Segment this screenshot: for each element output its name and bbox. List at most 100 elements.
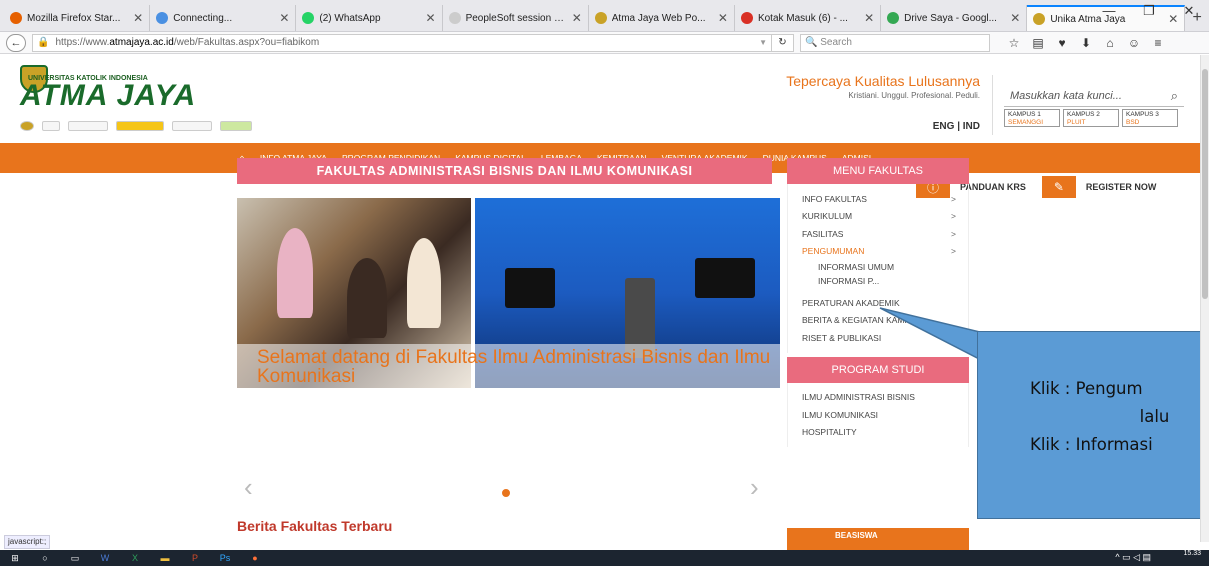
tab-label: Connecting... bbox=[173, 12, 233, 24]
campus-name: KAMPUS 3 bbox=[1126, 111, 1159, 118]
program-link[interactable]: HOSPITALITY bbox=[802, 424, 968, 442]
page-scrollbar[interactable] bbox=[1200, 55, 1209, 542]
url-dropdown-icon[interactable]: ▼ bbox=[759, 38, 767, 47]
url-bar[interactable]: 🔒 https://www. atmajaya.ac.id/web/Fakulta… bbox=[32, 33, 772, 52]
word-icon[interactable]: W bbox=[90, 550, 120, 566]
download-icon[interactable]: ⬇ bbox=[1074, 36, 1098, 50]
tagline-values: Kristiani. Unggul. Profesional. Peduli. bbox=[848, 91, 980, 100]
slider-prev-icon[interactable]: ‹ bbox=[244, 472, 253, 503]
badge-icon bbox=[20, 121, 34, 131]
url-path: /web/Fakultas.aspx?ou=fiabikom bbox=[173, 37, 320, 48]
search-input[interactable]: 🔍 Search bbox=[800, 33, 990, 52]
reader-icon[interactable]: ▤ bbox=[1026, 36, 1050, 50]
campus-link[interactable]: KAMPUS 2 PLUIT bbox=[1063, 109, 1119, 127]
campus-location: PLUIT bbox=[1067, 119, 1086, 126]
sidebar-item-label: FASILITAS bbox=[802, 228, 844, 239]
file-explorer-icon[interactable]: ▬ bbox=[150, 550, 180, 566]
hero-slider[interactable]: Selamat datang di Fakultas Ilmu Administ… bbox=[237, 198, 780, 456]
chevron-right-icon: > bbox=[951, 228, 956, 239]
menu-fakultas-heading: MENU FAKULTAS bbox=[787, 158, 969, 184]
tab-close-icon[interactable]: ✕ bbox=[279, 11, 289, 25]
language-switch[interactable]: ENG | IND bbox=[900, 121, 980, 132]
tab-favicon-icon bbox=[448, 12, 461, 24]
pocket-icon[interactable]: ♥ bbox=[1050, 36, 1074, 50]
sidebar-item[interactable]: INFO FAKULTAS > bbox=[802, 190, 968, 208]
tab-close-icon[interactable]: ✕ bbox=[1010, 11, 1020, 25]
site-search-placeholder: Masukkan kata kunci... bbox=[1010, 89, 1122, 102]
tab-close-icon[interactable]: ✕ bbox=[864, 11, 874, 25]
tab-close-icon[interactable]: ✕ bbox=[572, 11, 582, 25]
site-search-input[interactable]: Masukkan kata kunci... ⌕ bbox=[1004, 85, 1184, 107]
tab-label: Mozilla Firefox Star... bbox=[27, 12, 121, 24]
campus-name: KAMPUS 2 bbox=[1067, 111, 1100, 118]
maximize-icon[interactable]: ❐ bbox=[1129, 0, 1169, 24]
header-divider bbox=[992, 75, 993, 135]
world-ranking-icon bbox=[116, 121, 164, 131]
register-icon[interactable]: ✎ bbox=[1041, 176, 1076, 198]
qs-stars-icon bbox=[172, 121, 212, 131]
sidebar-subitem[interactable]: INFORMASI UMUM bbox=[802, 260, 968, 274]
bookmark-star-icon[interactable]: ☆ bbox=[1002, 36, 1026, 50]
chevron-right-icon: > bbox=[951, 246, 956, 257]
campus-link[interactable]: KAMPUS 3 BSD bbox=[1122, 109, 1178, 127]
window-controls: — ❐ ✕ bbox=[1089, 0, 1209, 24]
tab-close-icon[interactable]: ✕ bbox=[718, 11, 728, 25]
tab-close-icon[interactable]: ✕ bbox=[133, 11, 143, 25]
tab-favicon-icon bbox=[156, 12, 169, 24]
hamburger-menu-icon[interactable]: ≡ bbox=[1146, 36, 1170, 50]
sidebar-item[interactable]: FASILITAS > bbox=[802, 225, 968, 243]
powerpoint-icon[interactable]: P bbox=[180, 550, 210, 566]
campus-name: KAMPUS 1 bbox=[1008, 111, 1041, 118]
tagline: Tepercaya Kualitas Lulusannya Kristiani.… bbox=[760, 73, 980, 100]
sidebar-subitem[interactable]: INFORMASI P... bbox=[802, 274, 968, 288]
slider-dot[interactable] bbox=[502, 489, 510, 497]
beasiswa-banner[interactable]: BEASISWA bbox=[787, 528, 969, 552]
close-window-icon[interactable]: ✕ bbox=[1169, 0, 1209, 24]
lock-icon: 🔒 bbox=[37, 37, 50, 48]
slider-next-icon[interactable]: › bbox=[750, 472, 759, 503]
reload-button[interactable]: ↻ bbox=[772, 33, 794, 52]
minimize-icon[interactable]: — bbox=[1089, 0, 1129, 24]
search-icon[interactable]: ○ bbox=[30, 550, 60, 566]
browser-tab[interactable]: (2) WhatsApp ✕ bbox=[296, 5, 443, 31]
search-icon[interactable]: ⌕ bbox=[1171, 88, 1178, 104]
register-now-link[interactable]: REGISTER NOW bbox=[1076, 182, 1173, 192]
sidebar-item-label: PENGUMUMAN bbox=[802, 246, 865, 257]
sidebar-item[interactable]: KURIKULUM > bbox=[802, 208, 968, 226]
photoshop-icon[interactable]: Ps bbox=[210, 550, 240, 566]
sidebar-item[interactable]: PENGUMUMAN > bbox=[802, 243, 968, 261]
tagline-title: Tepercaya Kualitas Lulusannya bbox=[786, 73, 980, 89]
browser-tab[interactable]: Mozilla Firefox Star... ✕ bbox=[4, 5, 151, 31]
tab-close-icon[interactable]: ✕ bbox=[426, 11, 436, 25]
extension-icon[interactable]: ☺ bbox=[1122, 36, 1146, 50]
excel-icon[interactable]: X bbox=[120, 550, 150, 566]
campus-award-icon bbox=[220, 121, 252, 131]
navigation-bar: ← 🔒 https://www. atmajaya.ac.id/web/Fakul… bbox=[0, 32, 1209, 54]
campus-link[interactable]: KAMPUS 1 SEMANGGI bbox=[1004, 109, 1060, 127]
clock[interactable]: 15.33 bbox=[1183, 550, 1201, 558]
hero-caption: Selamat datang di Fakultas Ilmu Administ… bbox=[257, 347, 771, 387]
tab-favicon-icon bbox=[302, 12, 315, 24]
back-button[interactable]: ← bbox=[6, 33, 26, 52]
tab-favicon-icon bbox=[887, 12, 900, 24]
scrollbar-thumb[interactable] bbox=[1202, 69, 1208, 299]
sidebar-item-label: KURIKULUM bbox=[802, 211, 853, 222]
instruction-line-2: lalu bbox=[1139, 407, 1170, 426]
chevron-right-icon: > bbox=[951, 193, 956, 204]
browser-tab[interactable]: Atma Jaya Web Po... ✕ bbox=[589, 5, 735, 31]
tab-label: Drive Saya - Googl... bbox=[904, 12, 997, 24]
firefox-icon[interactable]: ● bbox=[240, 550, 270, 566]
browser-tab[interactable]: Connecting... ✕ bbox=[150, 5, 297, 31]
windows-start-icon[interactable]: ⊞ bbox=[0, 550, 30, 566]
global-compact-icon bbox=[68, 121, 108, 131]
browser-tab[interactable]: PeopleSoft session expi... ✕ bbox=[443, 5, 589, 31]
browser-tab[interactable]: Drive Saya - Googl... ✕ bbox=[881, 5, 1028, 31]
task-view-icon[interactable]: ▭ bbox=[60, 550, 90, 566]
windows-taskbar: ⊞ ○ ▭ W X ▬ P Ps ● ^ ▭ ◁ ▤ 15.33 bbox=[0, 550, 1209, 566]
system-tray[interactable]: ^ ▭ ◁ ▤ bbox=[1115, 552, 1151, 563]
browser-tab[interactable]: Kotak Masuk (6) - ... ✕ bbox=[735, 5, 882, 31]
campus-links: KAMPUS 1 SEMANGGI KAMPUS 2 PLUIT KAMPUS 3 BSD bbox=[1004, 109, 1178, 127]
university-logo[interactable]: ATMA JAYA bbox=[20, 79, 196, 113]
tab-label: PeopleSoft session expi... bbox=[465, 12, 568, 24]
home-icon[interactable]: ⌂ bbox=[1098, 36, 1122, 50]
